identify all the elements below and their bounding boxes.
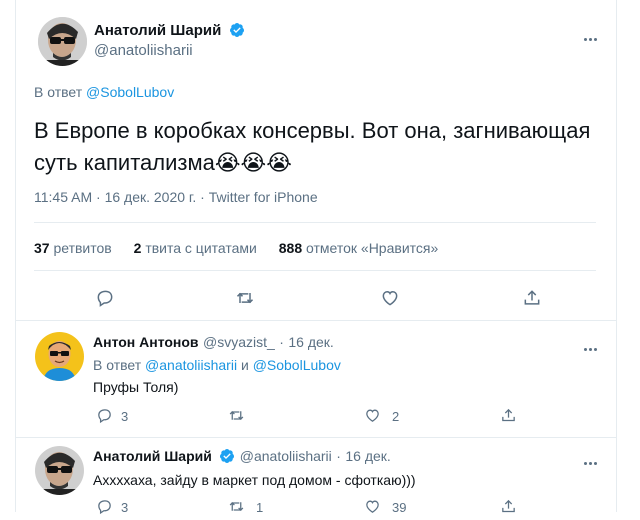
- share-icon[interactable]: [500, 498, 517, 520]
- verified-badge-icon: [219, 448, 235, 464]
- like-icon: [366, 409, 379, 422]
- reply-to-link[interactable]: @SobolLubov: [253, 357, 341, 373]
- divider: [34, 270, 596, 271]
- divider: [34, 222, 596, 223]
- separator: ·: [200, 189, 205, 205]
- avatar-cartoon: [35, 332, 84, 381]
- tweet-stats: 37 ретвитов 2 твита с цитатами 888 отмет…: [34, 240, 456, 256]
- retweets-count: 37: [34, 240, 50, 256]
- tweet-thread-panel: Анатолий Шарий @anatoliisharii В ответ @…: [15, 0, 617, 515]
- tweet-body: В Европе в коробках консервы. Вот она, з…: [34, 118, 591, 175]
- reply-date[interactable]: 16 дек.: [345, 448, 390, 464]
- share-icon[interactable]: [522, 288, 542, 313]
- likes-count: 888: [278, 240, 303, 256]
- likes-stat[interactable]: 888 отметок «Нравится»: [279, 240, 457, 256]
- divider: [16, 320, 616, 321]
- avatar[interactable]: [35, 446, 84, 495]
- quotes-count: 2: [133, 240, 142, 256]
- like-count: 39: [392, 500, 407, 515]
- like-icon[interactable]: [380, 288, 400, 313]
- reply-header: Анатолий Шарий @anatoliisharii · 16 дек.: [93, 448, 391, 466]
- quotes-label: твита с цитатами: [145, 240, 257, 256]
- tweet-time[interactable]: 11:45 AM: [34, 189, 92, 205]
- author-name[interactable]: Анатолий Шарий: [93, 448, 212, 464]
- like-action[interactable]: 2: [364, 407, 399, 429]
- tweet-source[interactable]: Twitter for iPhone: [209, 189, 318, 205]
- retweet-icon[interactable]: [228, 407, 245, 429]
- tweet-meta: 11:45 AM · 16 дек. 2020 г. · Twitter for…: [34, 189, 318, 205]
- retweets-stat[interactable]: 37 ретвитов: [34, 240, 130, 256]
- avatar[interactable]: [38, 17, 87, 66]
- crying-emoji: 😭😭😭: [214, 150, 292, 175]
- reply-header: Антон Антонов @svyazist_ · 16 дек.: [93, 334, 334, 352]
- reply-icon: [98, 409, 111, 424]
- retweet-icon[interactable]: [235, 288, 255, 313]
- reply-text: Пруфы Толя): [93, 379, 179, 395]
- separator: ·: [336, 448, 341, 464]
- tweet-date[interactable]: 16 дек. 2020 г.: [105, 189, 197, 205]
- more-options-icon[interactable]: [584, 452, 604, 465]
- reply-to-link[interactable]: @SobolLubov: [86, 84, 174, 100]
- reply-to-link[interactable]: @anatoliisharii: [145, 357, 237, 373]
- separator: ·: [96, 189, 101, 205]
- like-icon: [366, 500, 379, 513]
- reply-action[interactable]: 3: [96, 407, 128, 429]
- reply-context: В ответ @anatoliisharii и @SobolLubov: [93, 357, 341, 373]
- reply-icon: [98, 500, 111, 515]
- author-handle[interactable]: @anatoliisharii: [240, 448, 332, 464]
- like-count: 2: [392, 409, 400, 424]
- likes-label: отметок «Нравится»: [306, 240, 439, 256]
- more-options-icon[interactable]: [584, 28, 604, 41]
- reply-prefix: В ответ: [93, 357, 142, 373]
- reply-count: 3: [121, 500, 129, 515]
- like-action[interactable]: 39: [364, 498, 406, 520]
- author-block: Анатолий Шарий @anatoliisharii: [94, 22, 245, 60]
- retweet-count: 1: [256, 500, 264, 515]
- author-name[interactable]: Антон Антонов: [93, 334, 199, 350]
- reply-icon[interactable]: [95, 288, 115, 313]
- retweets-label: ретвитов: [53, 240, 112, 256]
- reply-count: 3: [121, 409, 129, 424]
- author-handle[interactable]: @svyazist_: [203, 334, 275, 350]
- reply-conjunction: и: [240, 357, 249, 373]
- verified-badge-icon: [229, 22, 245, 38]
- reply-context: В ответ @SobolLubov: [34, 84, 174, 100]
- reply-date[interactable]: 16 дек.: [288, 334, 333, 350]
- author-name[interactable]: Анатолий Шарий: [94, 22, 221, 39]
- divider: [16, 437, 616, 438]
- avatar[interactable]: [35, 332, 84, 381]
- reply-text: Аххххаха, зайду в маркет под домом - сфо…: [93, 472, 416, 488]
- share-icon[interactable]: [500, 407, 517, 429]
- separator: ·: [279, 334, 284, 350]
- quotes-stat[interactable]: 2 твита с цитатами: [134, 240, 275, 256]
- avatar-photo: [35, 446, 84, 495]
- retweet-action[interactable]: 1: [228, 498, 263, 520]
- tweet-text: В Европе в коробках консервы. Вот она, з…: [34, 115, 594, 179]
- avatar-photo: [38, 17, 87, 66]
- retweet-icon: [229, 502, 244, 511]
- reply-prefix: В ответ: [34, 84, 83, 100]
- more-options-icon[interactable]: [584, 338, 604, 351]
- author-handle[interactable]: @anatoliisharii: [94, 42, 193, 59]
- reply-action[interactable]: 3: [96, 498, 128, 520]
